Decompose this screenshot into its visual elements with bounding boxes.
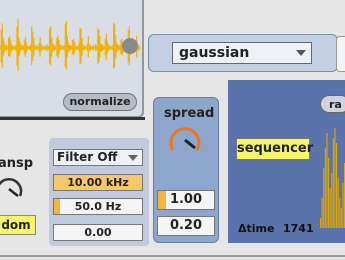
q-value: 50.0 Hz bbox=[74, 200, 122, 213]
bottom-divider bbox=[0, 255, 345, 257]
time-value: 1741 bbox=[283, 222, 314, 235]
q-field[interactable]: 50.0 Hz bbox=[53, 198, 143, 215]
normalize-button[interactable]: normalize bbox=[63, 93, 137, 111]
random-seq-button[interactable]: ra bbox=[320, 95, 345, 113]
dropdown-arrow-icon[interactable] bbox=[296, 50, 306, 56]
distribution-select[interactable]: gaussian bbox=[172, 42, 312, 64]
transp-label: ansp bbox=[0, 156, 34, 171]
sequencer-bars[interactable] bbox=[318, 118, 345, 228]
random-button[interactable]: dom bbox=[0, 215, 36, 235]
spread-fill bbox=[158, 191, 166, 209]
gain-field[interactable]: 0.00 bbox=[53, 224, 143, 241]
dropdown-arrow-icon[interactable] bbox=[128, 155, 138, 161]
q-fill bbox=[54, 199, 60, 214]
spread-value-1[interactable]: 1.00 bbox=[157, 190, 215, 210]
frequency-field[interactable]: 10.00 kHz bbox=[53, 174, 143, 191]
time-label: Δtime bbox=[238, 222, 275, 235]
spread-value-1-text: 1.00 bbox=[169, 192, 203, 207]
divider bbox=[0, 117, 145, 120]
record-indicator[interactable] bbox=[122, 38, 138, 54]
side-control[interactable] bbox=[336, 36, 345, 72]
knob-icon[interactable] bbox=[0, 174, 24, 204]
sequencer-button[interactable]: sequencer bbox=[236, 138, 313, 160]
knob-icon[interactable] bbox=[165, 120, 205, 160]
spread-value-2[interactable]: 0.20 bbox=[157, 216, 215, 236]
waveform-display[interactable] bbox=[0, 8, 141, 88]
spread-label: spread bbox=[164, 106, 215, 121]
